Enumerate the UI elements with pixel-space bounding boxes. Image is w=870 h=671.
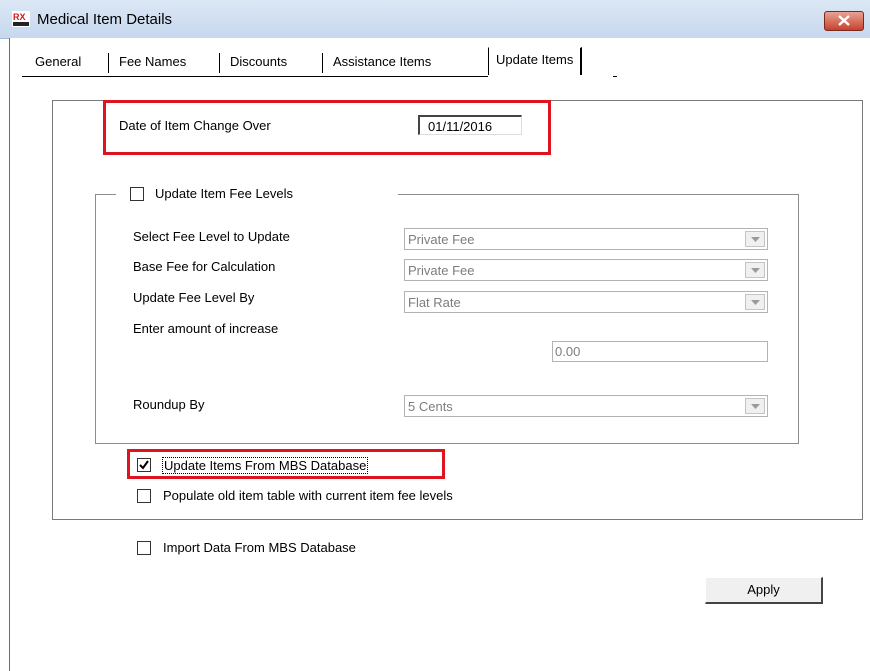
dropdown-arrow[interactable] (745, 398, 765, 414)
amount-increase-input[interactable]: 0.00 (552, 341, 768, 362)
chevron-down-icon (751, 300, 760, 305)
title-bar: RX Medical Item Details (0, 0, 870, 39)
highlight-box-date (103, 100, 551, 155)
amount-increase-label: Enter amount of increase (133, 321, 279, 336)
svg-text:RX: RX (13, 12, 26, 22)
update-fee-by-label: Update Fee Level By (133, 290, 255, 305)
base-fee-label: Base Fee for Calculation (133, 259, 276, 274)
tab-baseline (613, 76, 617, 77)
update-fee-by-value: Flat Rate (408, 295, 461, 310)
populate-old-table-checkbox[interactable] (137, 489, 151, 503)
chevron-down-icon (751, 404, 760, 409)
highlight-box-mbs (127, 449, 445, 479)
close-icon (838, 15, 850, 26)
dropdown-arrow[interactable] (745, 262, 765, 278)
base-fee-dropdown[interactable]: Private Fee (404, 259, 768, 281)
update-fee-by-dropdown[interactable]: Flat Rate (404, 291, 768, 313)
dropdown-arrow[interactable] (745, 294, 765, 310)
update-fee-levels-label: Update Item Fee Levels (155, 186, 294, 201)
chevron-down-icon (751, 268, 760, 273)
tab-separator (219, 53, 220, 73)
roundup-label: Roundup By (133, 397, 205, 412)
roundup-value: 5 Cents (408, 399, 453, 414)
tab-separator (108, 53, 109, 73)
tab-fee-names[interactable]: Fee Names (114, 50, 191, 74)
window-title: Medical Item Details (37, 11, 173, 28)
select-fee-level-value: Private Fee (408, 232, 475, 247)
close-button[interactable] (824, 11, 864, 31)
select-fee-level-label: Select Fee Level to Update (133, 229, 290, 244)
tab-update-items[interactable]: Update Items (488, 47, 583, 75)
tab-baseline (22, 76, 488, 77)
import-mbs-label: Import Data From MBS Database (163, 540, 356, 555)
base-fee-value: Private Fee (408, 263, 475, 278)
rx-app-icon: RX (12, 11, 30, 27)
tab-discounts[interactable]: Discounts (225, 50, 292, 74)
apply-button[interactable]: Apply (705, 577, 823, 604)
tab-separator (322, 53, 323, 73)
populate-old-table-label: Populate old item table with current ite… (163, 488, 453, 503)
chevron-down-icon (751, 237, 760, 242)
dropdown-arrow[interactable] (745, 231, 765, 247)
select-fee-level-dropdown[interactable]: Private Fee (404, 228, 768, 250)
tab-general[interactable]: General (30, 50, 86, 74)
tab-assistance-items[interactable]: Assistance Items (328, 50, 436, 74)
import-mbs-checkbox[interactable] (137, 541, 151, 555)
roundup-dropdown[interactable]: 5 Cents (404, 395, 768, 417)
update-fee-levels-checkbox[interactable] (130, 187, 144, 201)
